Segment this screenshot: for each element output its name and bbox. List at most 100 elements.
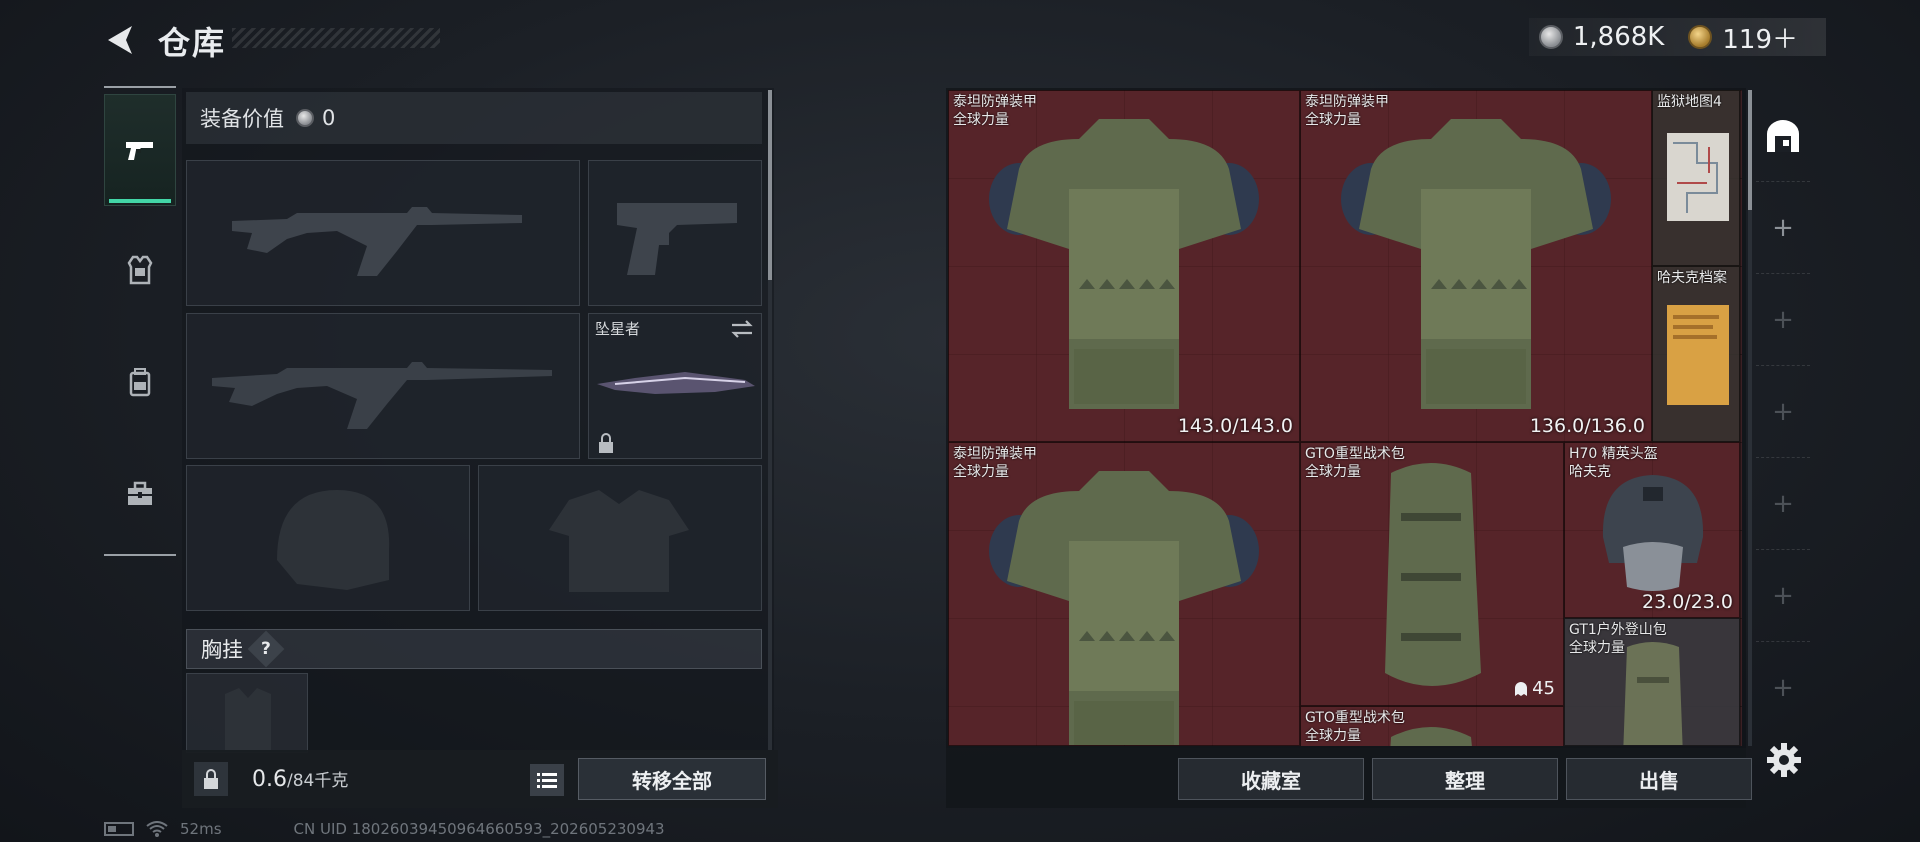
helmet-slot[interactable]	[186, 465, 470, 611]
sidebar-divider	[104, 554, 176, 556]
sidebar-divider	[104, 86, 176, 88]
chest-rig-label: 胸挂	[201, 638, 243, 662]
body-armor-icon	[989, 119, 1259, 409]
carry-weight: 0.6/84千克	[252, 766, 348, 792]
primary-weapon-slot[interactable]	[186, 160, 580, 306]
melee-item-name: 坠星者	[595, 320, 641, 338]
item-count: 45	[1514, 678, 1555, 699]
page-title: 仓库	[158, 24, 227, 62]
item-name: GTO重型战术包 全球力量	[1305, 446, 1405, 480]
stash-item[interactable]: 泰坦防弹装甲 全球力量	[948, 442, 1300, 746]
currency-display: 1,868K 119＋	[1528, 18, 1826, 56]
helmet-icon	[1602, 475, 1704, 591]
toolbox-icon	[128, 481, 152, 505]
stash-action-bar: 收藏室 整理 出售	[946, 748, 1752, 808]
collection-room-button[interactable]: 收藏室	[1178, 758, 1364, 800]
rifle-silhouette-icon	[212, 362, 552, 429]
stash-scrollbar[interactable]	[1748, 90, 1752, 746]
weight-bar: 0.6/84千克 转移全部	[182, 750, 778, 808]
lock-icon	[599, 433, 613, 453]
plus-icon: +	[1772, 396, 1794, 427]
stash-item[interactable]: 哈夫克档案	[1652, 266, 1740, 442]
equipment-value-bar: 装备价值 0	[186, 92, 762, 144]
stash-icon	[1767, 119, 1799, 152]
document-icon	[1667, 305, 1729, 405]
sidebar-item-weapons[interactable]	[104, 94, 176, 206]
item-name: 泰坦防弹装甲 全球力量	[1305, 94, 1389, 128]
sort-button[interactable]: 整理	[1372, 758, 1558, 800]
tab-add-stash[interactable]: +	[1756, 550, 1810, 642]
ping-value: 52ms	[180, 820, 222, 838]
equipment-value: 0	[322, 106, 336, 130]
stash-item[interactable]: GTO重型战术包 全球力量 45	[1300, 442, 1564, 706]
weight-capacity: /84千克	[287, 771, 349, 791]
body-armor-slot[interactable]	[478, 465, 762, 611]
silver-coin-icon	[1538, 25, 1563, 49]
help-icon[interactable]: ?	[247, 630, 285, 668]
melee-slot[interactable]: 坠星者	[588, 313, 762, 459]
item-durability: 23.0/23.0	[1641, 591, 1733, 613]
tab-add-stash[interactable]: +	[1756, 366, 1810, 458]
vest-silhouette-icon	[549, 490, 689, 592]
gear-icon[interactable]	[1764, 740, 1804, 780]
sidebar-item-supplies[interactable]	[104, 438, 176, 550]
body-armor-icon	[989, 471, 1259, 745]
item-name: 哈夫克档案	[1657, 270, 1727, 286]
chest-rig-silhouette-icon	[225, 688, 271, 750]
ghost-icon	[1515, 681, 1528, 696]
weight-current: 0.6	[252, 767, 287, 792]
item-durability: 136.0/136.0	[1529, 415, 1645, 437]
tab-add-stash[interactable]: +	[1756, 182, 1810, 274]
item-name: H70 精英头盔 哈夫克	[1569, 446, 1658, 480]
loadout-scrollbar[interactable]	[768, 90, 772, 750]
equipment-value-label: 装备价值	[200, 107, 284, 131]
map-icon	[1667, 133, 1729, 221]
silver-currency-value: 1,868K	[1572, 22, 1665, 52]
knife-icon	[597, 372, 755, 394]
back-arrow-icon[interactable]	[102, 20, 142, 60]
sidearm-slot[interactable]	[588, 160, 762, 306]
swap-icon[interactable]	[729, 318, 755, 340]
sell-button[interactable]: 出售	[1566, 758, 1752, 800]
secondary-weapon-slot[interactable]	[186, 313, 580, 459]
stash-item[interactable]: 泰坦防弹装甲 全球力量 136.0/136.0	[1300, 90, 1652, 442]
chest-rig-header: 胸挂 ?	[186, 629, 762, 669]
scrollbar-thumb[interactable]	[1748, 90, 1752, 210]
tab-add-stash[interactable]: +	[1756, 642, 1810, 734]
backpack-icon	[1385, 463, 1481, 686]
tab-add-stash[interactable]: +	[1756, 274, 1810, 366]
stash-grid: 泰坦防弹装甲 全球力量 143.0/143.0 泰坦防弹装甲 全球力量 136.…	[948, 90, 1742, 746]
gold-coin-icon	[1688, 25, 1713, 49]
gold-currency-value[interactable]: 119＋	[1722, 19, 1798, 56]
silver-coin-icon	[296, 109, 314, 127]
pistol-silhouette-icon	[617, 203, 737, 275]
stash-item[interactable]: GT1户外登山包 全球力量	[1564, 618, 1740, 746]
sidebar-item-backpack[interactable]	[104, 326, 176, 438]
stash-item[interactable]: GTO重型战术包 全球力量	[1300, 706, 1564, 746]
stash-item[interactable]: H70 精英头盔 哈夫克 23.0/23.0	[1564, 442, 1740, 618]
sidebar-item-armor[interactable]	[104, 214, 176, 326]
plus-icon: +	[1772, 488, 1794, 519]
tab-add-stash[interactable]: +	[1756, 458, 1810, 550]
rifle-silhouette-icon	[232, 207, 522, 276]
stash-item[interactable]: 监狱地图4	[1652, 90, 1740, 266]
category-sidebar	[104, 86, 176, 556]
user-uid: CN UID 1802603945096466059​3_20260523094…	[293, 820, 665, 838]
item-name: 泰坦防弹装甲 全球力量	[953, 446, 1037, 480]
item-name: GT1户外登山包 全球力量	[1569, 622, 1667, 656]
item-name: 泰坦防弹装甲 全球力量	[953, 94, 1037, 128]
tab-main-stash[interactable]	[1756, 90, 1810, 182]
top-bar: 仓库 1,868K 119＋	[0, 0, 1920, 80]
lock-icon[interactable]	[194, 762, 228, 796]
item-name: 监狱地图4	[1657, 94, 1722, 110]
pistol-icon	[126, 142, 153, 160]
plus-icon: +	[1772, 212, 1794, 243]
transfer-all-button[interactable]: 转移全部	[578, 758, 766, 800]
stash-item[interactable]: 泰坦防弹装甲 全球力量 143.0/143.0	[948, 90, 1300, 442]
item-durability: 143.0/143.0	[1177, 415, 1293, 437]
list-icon[interactable]	[530, 764, 564, 796]
plus-icon: +	[1772, 673, 1794, 703]
scrollbar-thumb[interactable]	[768, 90, 772, 280]
title-decoration	[232, 28, 440, 48]
chest-rig-slot[interactable]	[186, 673, 308, 753]
